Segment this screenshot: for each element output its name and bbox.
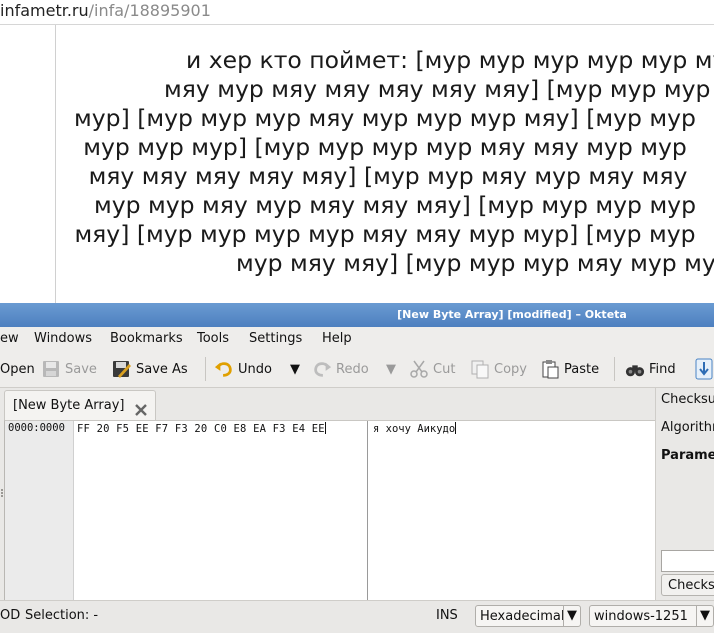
- cut-label: Cut: [433, 361, 456, 377]
- paste-button[interactable]: Paste: [540, 351, 599, 387]
- calculate-checksum-button[interactable]: Checks: [661, 574, 714, 596]
- chevron-down-icon: ▼: [386, 361, 396, 377]
- page-text-line: мур мур мур] [мур мур мур мур мяу мяу му…: [83, 133, 687, 161]
- page-text-line: и хер кто поймет: [мур мур мур мур мур м…: [186, 46, 714, 74]
- save-button[interactable]: Save: [41, 351, 97, 387]
- open-label: Open: [0, 361, 35, 377]
- menu-settings[interactable]: Settings: [249, 327, 302, 351]
- left-splitter-grip[interactable]: [1, 489, 5, 497]
- char-text: я хочу Аикудо: [373, 423, 456, 435]
- close-icon[interactable]: [134, 399, 148, 416]
- hex-values[interactable]: FF 20 F5 EE F7 F3 20 C0 E8 EA F3 E4 EE: [77, 422, 326, 435]
- address-bar[interactable]: infametr.ru/infa/18895901: [0, 0, 714, 25]
- calculate-checksum-label: Checks: [668, 578, 714, 593]
- okteta-window: [New Byte Array] [modified] – Okteta ew …: [0, 303, 714, 633]
- undo-dropdown-arrow[interactable]: ▼: [290, 351, 300, 387]
- save-as-label: Save As: [136, 361, 188, 377]
- find-label: Find: [649, 361, 676, 377]
- value-coding-select[interactable]: Hexadecimal ▼: [475, 605, 581, 627]
- toolbar-separator: [205, 357, 206, 381]
- checksum-header: Checksu: [661, 392, 714, 407]
- toolbar-separator: [614, 357, 615, 381]
- chevron-down-icon: ▼: [290, 361, 300, 377]
- row-offset: 0000:0000: [8, 422, 65, 434]
- char-values[interactable]: я хочу Аикудо: [373, 422, 457, 435]
- copy-button[interactable]: Copy: [470, 351, 527, 387]
- redo-label: Redo: [336, 361, 369, 377]
- save-as-button[interactable]: Save As: [112, 351, 188, 387]
- page-text-line: мур мур мяу мур мяу мяу мяу] [мур мур му…: [94, 191, 696, 219]
- web-page-content: и хер кто поймет: [мур мур мур мур мур м…: [0, 25, 714, 303]
- page-text-line: мяу мур мяу мяу мяу мяу мяу] [мур мур му…: [164, 75, 714, 103]
- menu-bookmarks[interactable]: Bookmarks: [110, 327, 183, 351]
- page-text-block: и хер кто поймет: [мур мур мур мур мур м…: [56, 46, 714, 278]
- char-cursor: [455, 422, 457, 434]
- download-button[interactable]: [694, 351, 714, 387]
- algorithm-label: Algorithr: [661, 420, 714, 435]
- column-divider: [367, 421, 368, 601]
- page-text-line: мяу мяу мяу мяу мяу] [мур мур мяу мур мя…: [88, 162, 688, 190]
- chevron-down-icon: ▼: [696, 606, 713, 626]
- hex-cursor: [324, 422, 326, 434]
- find-button[interactable]: Find: [625, 351, 676, 387]
- undo-button[interactable]: Undo: [214, 351, 272, 387]
- parameters-label: Parame: [661, 448, 714, 463]
- page-text-line: мур] [мур мур мур мяу мур мур мур мяу] […: [74, 104, 696, 132]
- page-text-line: мур мяу мяу] [мур мур мур мяу мур мур: [236, 249, 714, 277]
- status-selection: Selection: -: [25, 608, 99, 623]
- copy-label: Copy: [494, 361, 527, 377]
- redo-dropdown-arrow[interactable]: ▼: [386, 351, 396, 387]
- hex-editor-view[interactable]: 0000:0000 FF 20 F5 EE F7 F3 20 C0 E8 EA …: [4, 420, 656, 602]
- scissors-icon: [409, 359, 429, 379]
- hex-bytes: FF 20 F5 EE F7 F3 20 C0 E8 EA F3 E4 EE: [77, 423, 325, 435]
- status-mode: OD: [0, 608, 21, 623]
- checksum-result-field[interactable]: [661, 550, 714, 572]
- url-host: infametr.ru: [0, 1, 89, 20]
- clipboard-icon: [540, 359, 560, 379]
- offset-column: 0000:0000: [5, 421, 74, 601]
- arrow-down-icon: [694, 358, 714, 380]
- binoculars-icon: [625, 359, 645, 379]
- charset-select[interactable]: windows-1251 ▼: [589, 605, 714, 627]
- menu-help[interactable]: Help: [322, 327, 352, 351]
- tab-label: [New Byte Array]: [13, 398, 125, 413]
- charset-value: windows-1251: [594, 609, 688, 624]
- document-tab-bar: [New Byte Array]: [0, 388, 654, 421]
- menu-view[interactable]: ew: [0, 327, 19, 351]
- url-path: /infa/18895901: [88, 1, 211, 20]
- chevron-down-icon: ▼: [563, 606, 580, 626]
- menu-tools[interactable]: Tools: [197, 327, 229, 351]
- window-title: [New Byte Array] [modified] – Okteta: [397, 308, 627, 321]
- redo-icon: [312, 359, 332, 379]
- menu-windows[interactable]: Windows: [34, 327, 92, 351]
- save-as-icon: [112, 359, 132, 379]
- floppy-icon: [41, 359, 61, 379]
- page-text-line: мяу] [мур мур мур мур мяу мяу мур мур] […: [74, 220, 696, 248]
- menu-bar: ew Windows Bookmarks Tools Settings Help: [0, 327, 714, 351]
- redo-button[interactable]: Redo: [312, 351, 369, 387]
- save-label: Save: [65, 361, 97, 377]
- undo-label: Undo: [238, 361, 272, 377]
- window-titlebar[interactable]: [New Byte Array] [modified] – Okteta: [0, 303, 714, 327]
- paste-label: Paste: [564, 361, 600, 377]
- status-bar: OD Selection: - INS Hexadecimal ▼ window…: [0, 600, 714, 633]
- tab-new-byte-array[interactable]: [New Byte Array]: [4, 390, 156, 421]
- status-insert-mode[interactable]: INS: [436, 601, 458, 631]
- open-button[interactable]: Open: [0, 351, 35, 387]
- value-coding-value: Hexadecimal: [480, 609, 565, 624]
- main-toolbar: Open Save Save As Undo ▼ Redo ▼ Cut Copy…: [0, 351, 714, 388]
- copy-icon: [470, 359, 490, 379]
- cut-button[interactable]: Cut: [409, 351, 455, 387]
- checksum-tool-panel: Checksu Algorithr Parame Checks: [655, 388, 714, 600]
- undo-icon: [214, 359, 234, 379]
